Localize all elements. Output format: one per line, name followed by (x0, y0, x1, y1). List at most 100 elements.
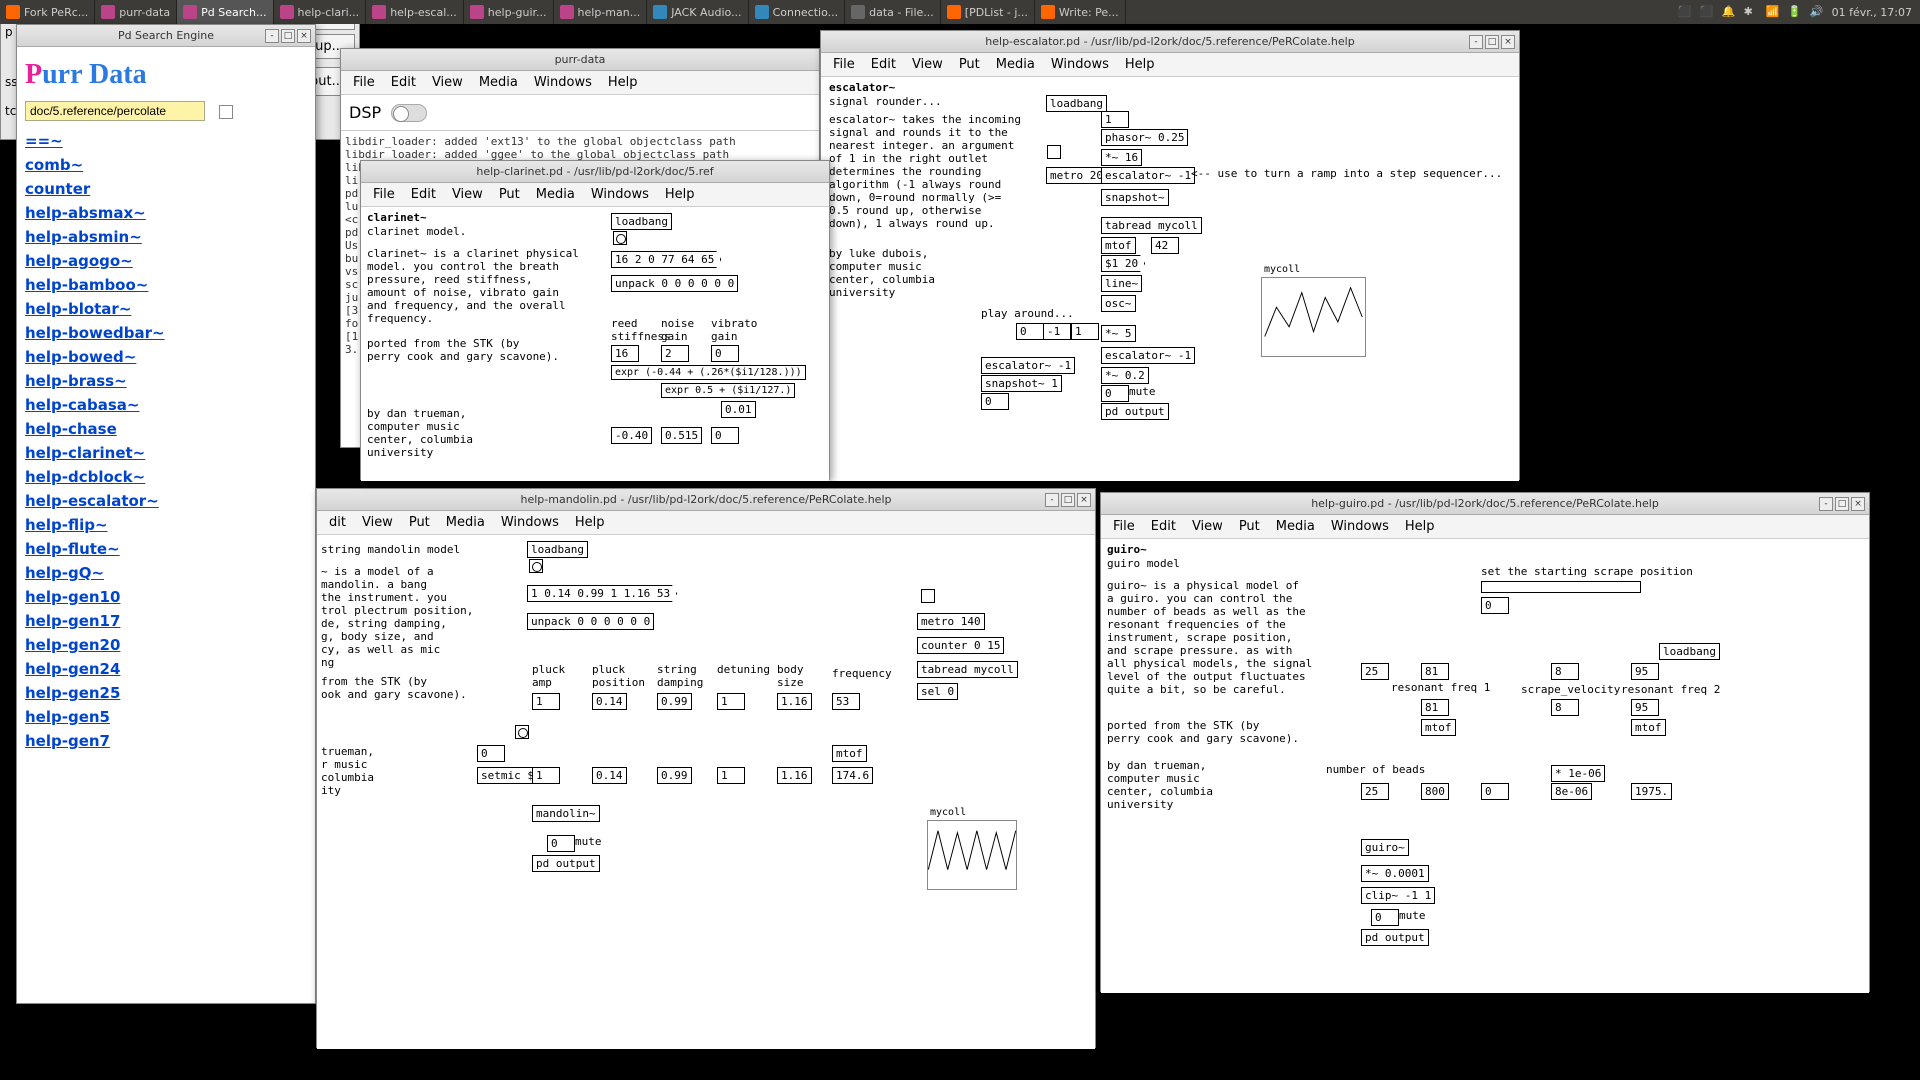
number-box[interactable]: 0 (711, 345, 739, 362)
search-result[interactable]: ==~ (25, 129, 307, 153)
search-result[interactable]: help-agogo~ (25, 249, 307, 273)
taskbar-item[interactable]: help-man... (554, 0, 648, 24)
number-box[interactable]: 95 (1631, 699, 1659, 716)
taskbar-item[interactable]: help-clari... (274, 0, 367, 24)
counter-object[interactable]: counter 0 15 (917, 637, 1004, 654)
taskbar-item[interactable]: Fork PeRc... (0, 0, 95, 24)
phasor-object[interactable]: phasor~ 0.25 (1101, 129, 1188, 146)
taskbar-item[interactable]: Connectio... (749, 0, 846, 24)
metro-object[interactable]: metro 140 (917, 613, 985, 630)
tray-icon[interactable]: 📶 (1766, 5, 1780, 19)
folder-icon[interactable] (219, 105, 233, 119)
titlebar[interactable]: help-escalator.pd - /usr/lib/pd-l2ork/do… (821, 31, 1519, 53)
loadbang-object[interactable]: loadbang (611, 213, 672, 230)
number-box[interactable]: 16 (611, 345, 639, 362)
dsp-toggle[interactable] (391, 104, 427, 122)
taskbar-item[interactable]: help-escal... (366, 0, 464, 24)
number-box[interactable]: 0 (547, 835, 575, 852)
titlebar[interactable]: help-guiro.pd - /usr/lib/pd-l2ork/doc/5.… (1101, 493, 1869, 515)
expr-object[interactable]: expr (-0.44 + (.26*($i1/128.))) (611, 365, 806, 380)
search-result[interactable]: help-gen7 (25, 729, 307, 753)
tabread-object[interactable]: tabread mycoll (1101, 217, 1202, 234)
number-box[interactable]: -1 (1043, 323, 1071, 340)
mtof-object[interactable]: mtof (1421, 719, 1456, 736)
number-box[interactable]: 1 (532, 693, 560, 710)
number-box[interactable]: 1.16 (777, 767, 812, 784)
number-box[interactable]: 0 (1016, 323, 1044, 340)
loadbang-object[interactable]: loadbang (1046, 95, 1107, 112)
guiro-object[interactable]: guiro~ (1361, 839, 1409, 856)
search-result[interactable]: help-flip~ (25, 513, 307, 537)
close-button[interactable]: × (297, 29, 311, 43)
number-box[interactable]: 1 (1071, 323, 1099, 340)
maximize-button[interactable]: □ (1061, 493, 1075, 507)
search-result[interactable]: help-bowed~ (25, 345, 307, 369)
patch-canvas[interactable]: escalator~ signal rounder... escalator~ … (821, 77, 1519, 481)
tray-icon[interactable]: 🔔 (1722, 5, 1736, 19)
clock[interactable]: 01 févr., 17:07 (1832, 6, 1912, 19)
preset-message[interactable]: 1 0.14 0.99 1 1.16 53 (527, 585, 677, 602)
hslider[interactable] (1481, 581, 1641, 593)
menu-edit[interactable]: dit (321, 513, 354, 532)
escalator-object[interactable]: escalator~ -1 (1101, 167, 1195, 184)
number-box[interactable]: 42 (1151, 237, 1179, 254)
search-result[interactable]: help-clarinet~ (25, 441, 307, 465)
search-result[interactable]: help-gQ~ (25, 561, 307, 585)
number-box[interactable]: 0.99 (657, 767, 692, 784)
loadbang-object[interactable]: loadbang (527, 541, 588, 558)
number-box[interactable]: -0.40 (611, 427, 652, 444)
toggle[interactable] (921, 589, 935, 603)
patch-canvas[interactable]: clarinet~ clarinet model. clarinet~ is a… (361, 207, 829, 481)
menu-help[interactable]: Help (657, 185, 703, 204)
menu-view[interactable]: View (424, 73, 471, 92)
number-box[interactable]: 0 (1481, 783, 1509, 800)
tabread-object[interactable]: tabread mycoll (917, 661, 1018, 678)
menu-put[interactable]: Put (951, 55, 988, 74)
maximize-button[interactable]: □ (1485, 35, 1499, 49)
mtof-object[interactable]: mtof (1101, 237, 1136, 254)
menu-put[interactable]: Put (401, 513, 438, 532)
menu-help[interactable]: Help (1117, 55, 1163, 74)
stop-button-fragment[interactable]: p (5, 25, 17, 39)
patch-canvas[interactable]: guiro~ guiro model guiro~ is a physical … (1101, 539, 1869, 993)
mtof-object[interactable]: mtof (832, 745, 867, 762)
menu-media[interactable]: Media (471, 73, 526, 92)
escalator-object[interactable]: escalator~ -1 (981, 357, 1075, 374)
minimize-button[interactable]: - (1045, 493, 1059, 507)
escalator-object[interactable]: escalator~ -1 (1101, 347, 1195, 364)
close-button[interactable]: × (1851, 497, 1865, 511)
times-object[interactable]: *~ 16 (1101, 149, 1142, 166)
number-box[interactable]: 0 (1101, 385, 1129, 402)
search-result[interactable]: help-cabasa~ (25, 393, 307, 417)
subpatch[interactable]: pd output (1361, 929, 1429, 946)
number-box[interactable]: 1.16 (777, 693, 812, 710)
search-result[interactable]: help-gen25 (25, 681, 307, 705)
search-result[interactable]: help-gen24 (25, 657, 307, 681)
number-box[interactable]: 0 (1371, 909, 1399, 926)
expr-object[interactable]: expr 0.5 + ($i1/127.) (661, 383, 795, 398)
maximize-button[interactable]: □ (1835, 497, 1849, 511)
taskbar-item[interactable]: help-guir... (464, 0, 554, 24)
number-box[interactable]: 0.14 (592, 767, 627, 784)
menu-file[interactable]: File (345, 73, 383, 92)
number-box[interactable]: 1 (717, 767, 745, 784)
tray-icon[interactable]: 🔊 (1810, 5, 1824, 19)
taskbar-item[interactable]: [PDList - j... (941, 0, 1035, 24)
search-result[interactable]: help-blotar~ (25, 297, 307, 321)
number-box[interactable]: 174.6 (832, 767, 873, 784)
menu-edit[interactable]: Edit (1143, 517, 1184, 536)
number-box[interactable]: 0.14 (592, 693, 627, 710)
menu-view[interactable]: View (444, 185, 491, 204)
close-button[interactable]: × (1501, 35, 1515, 49)
search-result[interactable]: counter (25, 177, 307, 201)
sel-object[interactable]: sel 0 (917, 683, 958, 700)
search-result[interactable]: help-escalator~ (25, 489, 307, 513)
loadbang-object[interactable]: loadbang (1659, 643, 1720, 660)
unpack-object[interactable]: unpack 0 0 0 0 0 0 (611, 275, 738, 292)
menu-file[interactable]: File (1105, 517, 1143, 536)
subpatch[interactable]: pd output (532, 855, 600, 872)
array-display[interactable]: mycoll (927, 820, 1017, 890)
number-box[interactable]: 25 (1361, 783, 1389, 800)
titlebar[interactable]: help-mandolin.pd - /usr/lib/pd-l2ork/doc… (317, 489, 1095, 511)
search-result[interactable]: help-gen10 (25, 585, 307, 609)
